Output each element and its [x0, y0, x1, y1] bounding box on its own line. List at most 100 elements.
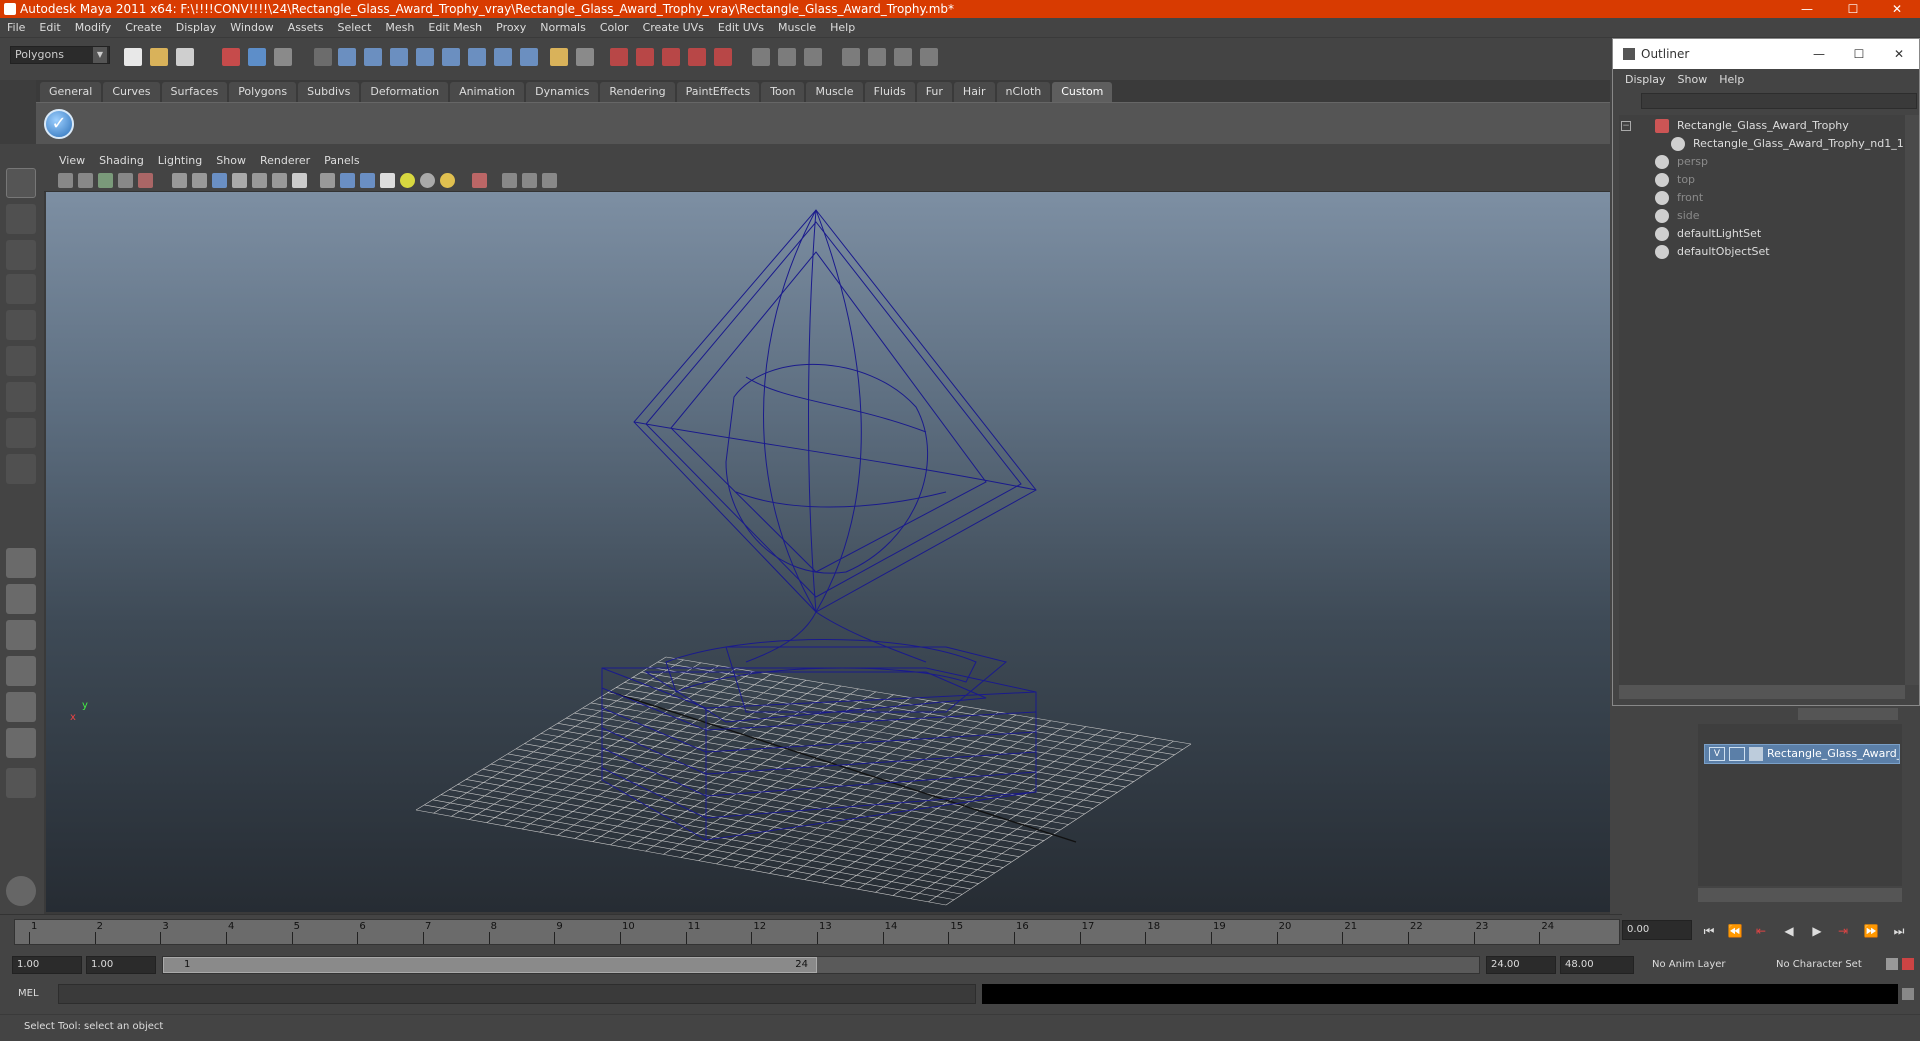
script-editor-icon[interactable]: [1902, 988, 1914, 1000]
menu-mesh[interactable]: Mesh: [378, 21, 421, 34]
outliner-minimize-button[interactable]: —: [1799, 39, 1839, 69]
tab-dynamics[interactable]: Dynamics: [526, 82, 599, 102]
render-frame-icon[interactable]: [636, 48, 654, 66]
select-hierarchy-icon[interactable]: [222, 48, 240, 66]
tab-muscle[interactable]: Muscle: [806, 82, 863, 102]
outliner-item-trophy[interactable]: Rectangle_Glass_Award_Trophy: [1655, 117, 1849, 135]
layer-row[interactable]: V Rectangle_Glass_Award_: [1704, 744, 1900, 764]
menu-select[interactable]: Select: [330, 21, 378, 34]
panel-menu-panels[interactable]: Panels: [317, 154, 366, 167]
outliner-item-front[interactable]: front: [1655, 189, 1703, 207]
play-forward-icon[interactable]: ▶: [1808, 922, 1826, 940]
outliner-maximize-button[interactable]: ☐: [1839, 39, 1879, 69]
tab-custom[interactable]: Custom: [1052, 82, 1113, 102]
current-time-field[interactable]: 0.00: [1622, 920, 1692, 940]
menu-window[interactable]: Window: [223, 21, 280, 34]
tab-curves[interactable]: Curves: [103, 82, 160, 102]
range-handle[interactable]: 1 24: [163, 957, 817, 973]
tab-fluids[interactable]: Fluids: [864, 82, 915, 102]
rotate-tool-icon[interactable]: [6, 310, 36, 340]
perspective-viewport[interactable]: x y: [46, 192, 1610, 912]
step-forward-frame-icon[interactable]: ⇥: [1834, 922, 1852, 940]
menu-file[interactable]: File: [0, 21, 32, 34]
last-tool-icon[interactable]: [6, 454, 36, 484]
filter-icon[interactable]: [314, 48, 332, 66]
open-scene-icon[interactable]: [150, 48, 168, 66]
lasso-tool-icon[interactable]: [6, 204, 36, 234]
shadows-icon[interactable]: [292, 173, 307, 188]
end-time-field[interactable]: 48.00: [1560, 956, 1634, 974]
menu-set-select[interactable]: Polygons ▼: [10, 46, 110, 64]
menu-edit-uvs[interactable]: Edit UVs: [711, 21, 771, 34]
step-back-frame-icon[interactable]: ⇤: [1752, 922, 1770, 940]
panel-menu-shading[interactable]: Shading: [92, 154, 151, 167]
panel-menu-show[interactable]: Show: [209, 154, 253, 167]
wireframe-icon[interactable]: [172, 173, 187, 188]
share-icon[interactable]: [542, 173, 557, 188]
preferences-icon[interactable]: [1902, 958, 1914, 970]
history-icon[interactable]: [494, 48, 512, 66]
help-icon[interactable]: [520, 48, 538, 66]
menu-display[interactable]: Display: [169, 21, 224, 34]
layout-four-icon[interactable]: [868, 48, 886, 66]
high-quality-icon[interactable]: [340, 173, 355, 188]
play-backward-icon[interactable]: ◀: [1780, 922, 1798, 940]
outliner-close-button[interactable]: ✕: [1879, 39, 1919, 69]
output-ops-icon[interactable]: [576, 48, 594, 66]
select-tool-icon[interactable]: [6, 168, 36, 198]
step-forward-key-icon[interactable]: ⏩: [1862, 922, 1880, 940]
outliner-menu-help[interactable]: Help: [1713, 73, 1750, 86]
minimize-button[interactable]: —: [1784, 0, 1830, 18]
tab-general[interactable]: General: [40, 82, 102, 102]
close-button[interactable]: ✕: [1874, 0, 1920, 18]
outliner-item-persp[interactable]: persp: [1655, 153, 1708, 171]
smooth-shade-icon[interactable]: [192, 173, 207, 188]
range-track[interactable]: 1 24: [162, 956, 1480, 974]
channel-box-icon[interactable]: [804, 48, 822, 66]
tab-deformation[interactable]: Deformation: [361, 82, 449, 102]
paint-select-icon[interactable]: [6, 240, 36, 270]
soft-mod-icon[interactable]: [6, 418, 36, 448]
tab-hair[interactable]: Hair: [953, 82, 995, 102]
layout-persp-outliner-icon[interactable]: [6, 620, 36, 650]
tab-rendering[interactable]: Rendering: [600, 82, 675, 102]
textured-icon[interactable]: [252, 173, 267, 188]
menu-create[interactable]: Create: [118, 21, 169, 34]
all-lights-icon[interactable]: [440, 173, 455, 188]
layer-horizontal-scrollbar[interactable]: [1698, 888, 1902, 902]
menu-help[interactable]: Help: [823, 21, 862, 34]
camera-select-icon[interactable]: [58, 173, 73, 188]
select-component-icon[interactable]: [274, 48, 292, 66]
outliner-vertical-scrollbar[interactable]: [1905, 115, 1919, 685]
scale-tool-icon[interactable]: [6, 346, 36, 376]
image-plane-icon[interactable]: [118, 173, 133, 188]
snap-point-icon[interactable]: [390, 48, 408, 66]
default-light-icon[interactable]: [400, 173, 415, 188]
menu-assets[interactable]: Assets: [281, 21, 331, 34]
outliner-horizontal-scrollbar[interactable]: [1619, 685, 1905, 699]
hypershade-icon[interactable]: [714, 48, 732, 66]
menu-normals[interactable]: Normals: [533, 21, 593, 34]
make-live-icon[interactable]: [468, 48, 486, 66]
frame-all-icon[interactable]: [502, 173, 517, 188]
anim-layer-select[interactable]: No Anim Layer: [1648, 956, 1758, 974]
select-camera-icon[interactable]: [472, 173, 487, 188]
maximize-button[interactable]: ☐: [1830, 0, 1876, 18]
outliner-menu-display[interactable]: Display: [1619, 73, 1672, 86]
ambient-occlusion-icon[interactable]: [360, 173, 375, 188]
layout-graph-icon[interactable]: [920, 48, 938, 66]
tab-fur[interactable]: Fur: [916, 82, 952, 102]
collapse-icon[interactable]: −: [1621, 121, 1631, 131]
menu-edit[interactable]: Edit: [32, 21, 67, 34]
go-to-start-icon[interactable]: ⏮: [1700, 922, 1718, 940]
layout-persp-graph-icon[interactable]: [6, 656, 36, 686]
menu-modify[interactable]: Modify: [68, 21, 118, 34]
menu-proxy[interactable]: Proxy: [489, 21, 533, 34]
tab-toon[interactable]: Toon: [761, 82, 805, 102]
hotbox-icon[interactable]: [6, 876, 36, 906]
layout-perspective-icon[interactable]: [6, 548, 36, 578]
attribute-editor-icon[interactable]: [752, 48, 770, 66]
layout-four-view-icon[interactable]: [6, 584, 36, 614]
tool-settings-icon[interactable]: [778, 48, 796, 66]
bookmark-icon[interactable]: [98, 173, 113, 188]
